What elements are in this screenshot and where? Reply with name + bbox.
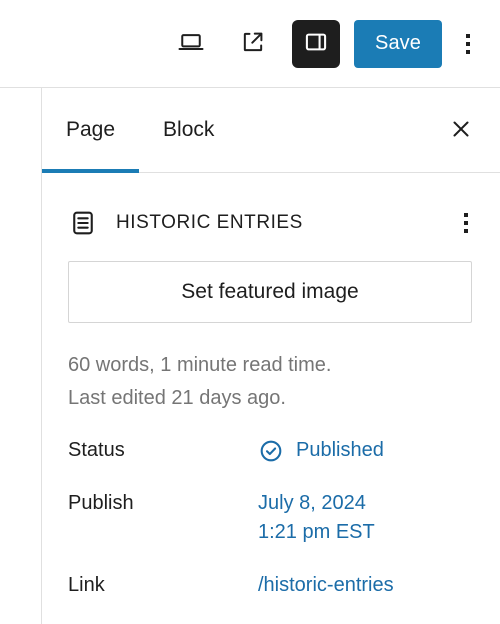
sidebar-panel-icon (303, 29, 329, 58)
view-page-button[interactable] (230, 21, 276, 67)
save-button[interactable]: Save (354, 19, 442, 68)
document-more-options-button[interactable] (448, 199, 484, 247)
post-meta-info: 60 words, 1 minute read time. Last edite… (42, 323, 500, 414)
device-preview-button[interactable] (168, 21, 214, 67)
link-slug-value: /historic-entries (258, 574, 394, 597)
publish-date-button[interactable]: July 8, 2024 1:21 pm EST (258, 489, 474, 547)
last-edited-text: Last edited 21 days ago. (68, 386, 286, 409)
editor-screen: Save Page Block HISTORIC ENTRIES Set fea… (0, 0, 500, 624)
editor-toolbar: Save (0, 0, 500, 88)
kebab-dot (464, 229, 468, 233)
word-count-text: 60 words, 1 minute read time. (68, 354, 332, 376)
kebab-dot (466, 33, 470, 38)
status-value: Published (296, 439, 384, 462)
link-row: Link /historic-entries (68, 571, 474, 600)
sidebar-tabs: Page Block (42, 88, 500, 173)
editor-body: Page Block HISTORIC ENTRIES Set featured… (0, 88, 500, 624)
close-x-icon (449, 117, 473, 144)
toolbar-more-options-button[interactable] (450, 20, 486, 68)
kebab-dot (464, 213, 468, 217)
post-settings-list: Status Published Publish July 8, 2024 1:… (42, 414, 500, 600)
publish-time-value: 1:21 pm EST (258, 521, 375, 544)
link-value-button[interactable]: /historic-entries (258, 571, 474, 600)
publish-row: Publish July 8, 2024 1:21 pm EST (68, 489, 474, 547)
tab-block[interactable]: Block (139, 88, 238, 172)
laptop-icon (176, 27, 206, 60)
status-label: Status (68, 439, 125, 462)
link-label: Link (68, 574, 105, 597)
settings-sidebar: Page Block HISTORIC ENTRIES Set featured… (42, 88, 500, 624)
set-featured-image-button[interactable]: Set featured image (68, 261, 472, 323)
page-title: HISTORIC ENTRIES (116, 212, 303, 233)
document-page-icon (68, 208, 98, 238)
document-header: HISTORIC ENTRIES (42, 173, 500, 247)
external-link-icon (239, 28, 267, 59)
kebab-dot (466, 49, 470, 54)
tab-page[interactable]: Page (42, 88, 140, 173)
featured-image-section: Set featured image (42, 247, 500, 323)
kebab-dot (464, 221, 468, 225)
status-row: Status Published (68, 436, 474, 465)
publish-label: Publish (68, 492, 134, 515)
canvas-gutter (0, 88, 42, 624)
check-circle-icon (258, 438, 284, 464)
kebab-dot (466, 41, 470, 46)
publish-date-value: July 8, 2024 (258, 492, 366, 515)
toggle-sidebar-button[interactable] (292, 19, 340, 68)
status-badge[interactable]: Published (258, 436, 474, 465)
close-sidebar-button[interactable] (438, 107, 484, 153)
